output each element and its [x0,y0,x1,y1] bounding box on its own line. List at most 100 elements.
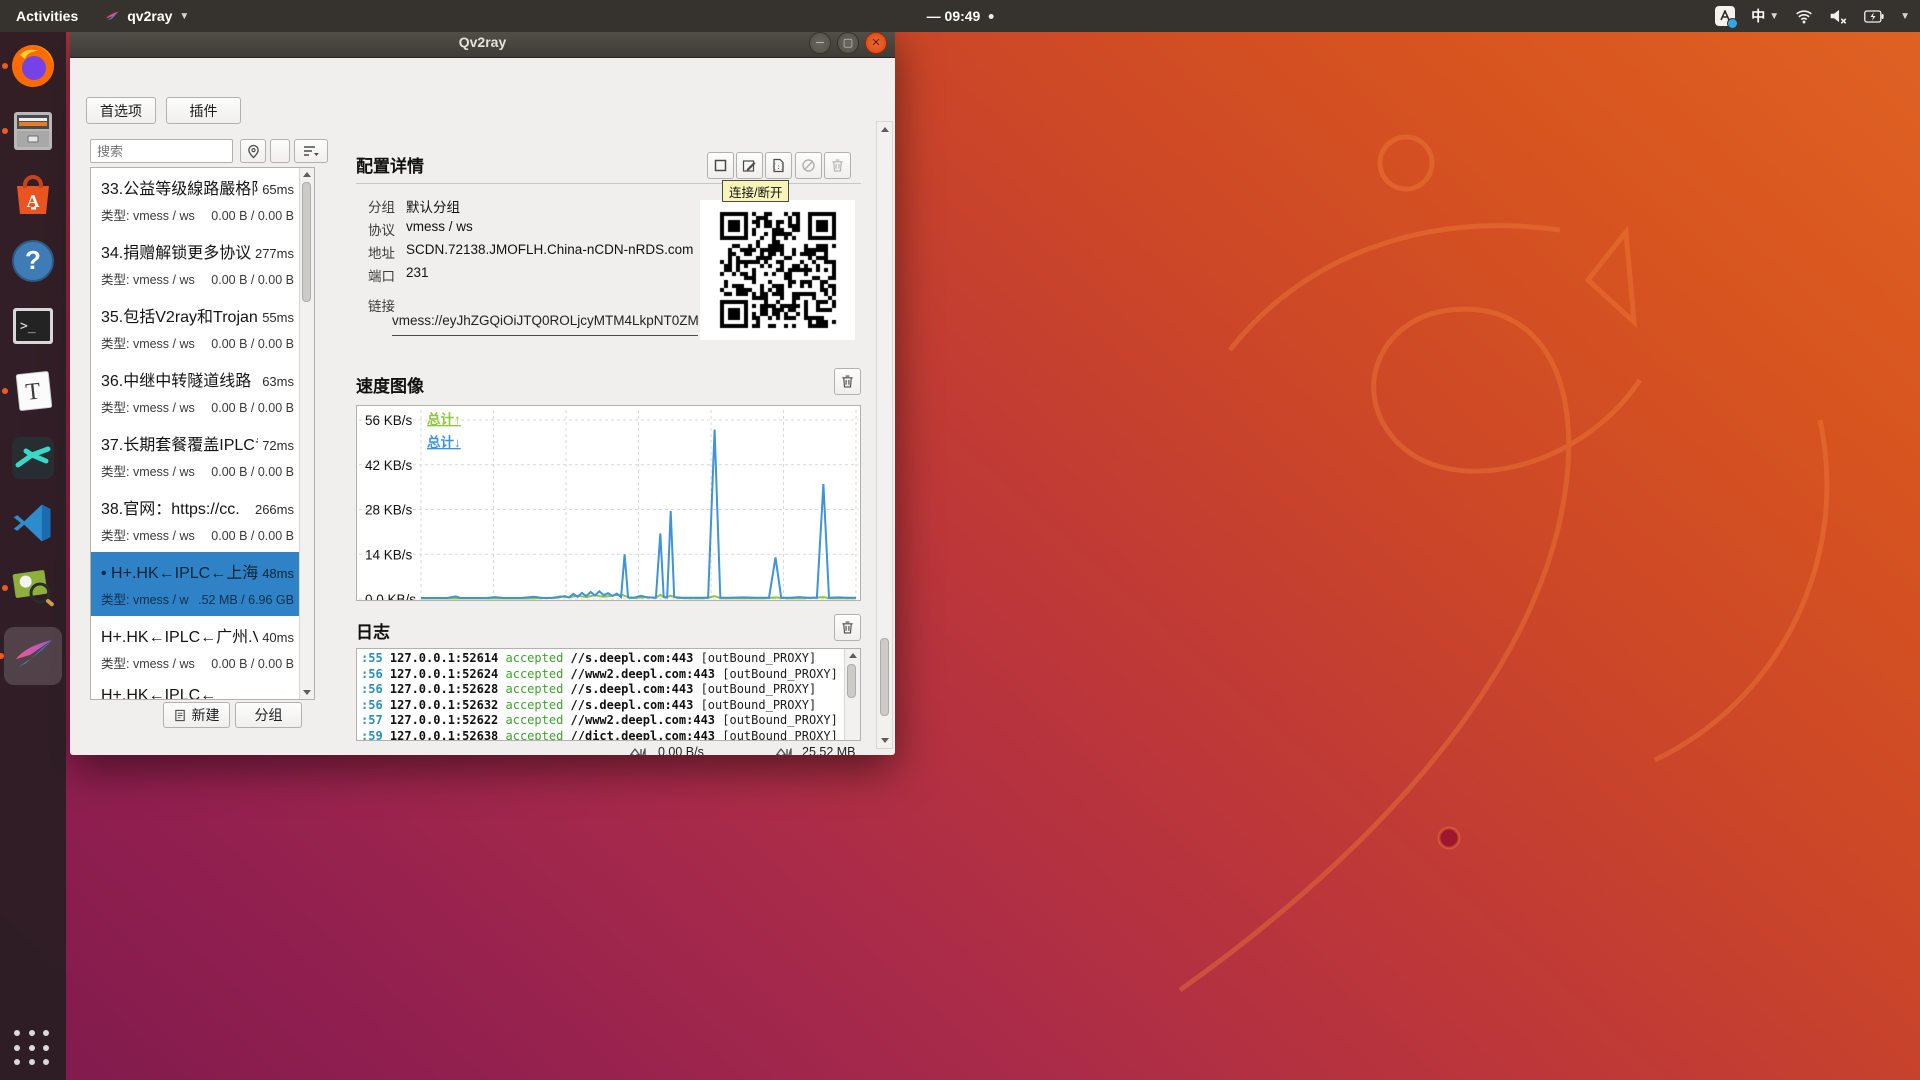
main-scrollbar[interactable] [876,121,893,749]
server-list-item[interactable]: 35.包括V2ray和Trojan55ms类型: vmess / ws0.00 … [91,296,300,360]
blank-button[interactable] [270,139,290,163]
scrollbar-thumb[interactable] [880,638,889,716]
edit-button[interactable] [736,152,763,179]
ubuntu-software-icon: A [11,174,55,218]
scrollbar-thumb[interactable] [302,182,311,302]
y-axis-tick: 14 KB/s [365,547,413,562]
server-traffic: 0.00 B / 0.00 B [211,529,294,543]
server-title: • H+.HK←IPLC←上海 [101,559,258,583]
detail-row-group: 分组 默认分组 [368,196,460,216]
server-title: H+.HK←IPLC← [101,687,290,699]
scroll-down-arrow[interactable] [877,734,892,747]
clear-log-button[interactable] [834,614,861,641]
vscode-icon [12,502,54,544]
scrollbar-thumb[interactable] [847,664,856,698]
data-stat-values: 25.52 MB 6.96 GB [802,745,856,755]
delete-config-button[interactable] [824,152,851,179]
updown-arrows-icon [626,745,650,755]
dock-text-editor[interactable]: T [9,367,57,415]
server-list-item[interactable]: 33.公益等级線路嚴格限65ms类型: vmess / ws0.00 B / 0… [91,168,300,232]
locate-button[interactable] [240,139,266,163]
server-list-item[interactable]: H+.HK←IPLC← [91,680,300,699]
ime-status-dot [1727,18,1738,29]
group-button[interactable]: 分组 [235,702,302,728]
server-latency: 40ms [262,630,294,645]
y-axis-tick: 28 KB/s [365,503,413,518]
system-menu-chevron-icon[interactable]: ▼ [1900,11,1910,22]
search-input[interactable] [90,139,233,163]
log-line: :56 127.0.0.1:52632 accepted //s.deepl.c… [357,698,845,714]
window-title: Qv2ray [459,34,506,50]
dock-terminal[interactable]: >_ [9,302,57,350]
app-menu-label: qv2ray [127,8,172,24]
trash-icon [830,158,845,173]
dock-image-viewer[interactable] [9,564,57,612]
server-list-item[interactable]: • H+.HK←IPLC←上海48ms类型: vmess / w.52 MB /… [91,552,300,616]
tab-preferences[interactable]: 首选项 [86,97,156,124]
detail-value: 默认分组 [406,196,460,216]
show-apps-button[interactable] [14,1030,52,1068]
app-menu[interactable]: qv2ray ▼ [104,8,189,24]
top-bar: Activities qv2ray ▼ — 09:49 中 ▼ [0,0,1920,32]
input-language-menu[interactable]: 中 ▼ [1751,6,1779,26]
scroll-up-arrow[interactable] [845,649,860,662]
server-latency: 65ms [262,182,294,197]
speed-chart-svg: 56 KB/s42 KB/s28 KB/s14 KB/s0.0 KB/s总计↑总… [357,406,860,600]
firefox-icon [10,43,56,89]
server-list-item[interactable]: 38.官网：https://cc.266ms类型: vmess / ws0.00… [91,488,300,552]
edit-json-button[interactable]: {:} [765,152,792,179]
detail-label: 端口 [368,265,398,285]
terminal-icon: >_ [11,306,55,346]
server-list-scrollbar[interactable] [299,168,314,699]
notification-dot-icon [988,14,993,19]
edit-pencil-icon [742,158,757,173]
server-title: 38.官网：https://cc. [101,495,251,519]
close-button[interactable]: ✕ [865,32,887,54]
clock[interactable]: — 09:49 [927,8,994,24]
detail-label: 地址 [368,242,398,262]
server-latency: 48ms [262,566,294,581]
share-link-field[interactable]: vmess://eyJhZGQiOiJTQ0ROLjcyMTM4LkpNT0ZM… [392,313,698,336]
updown-arrows-icon [772,745,796,755]
chevron-down-icon: ▼ [1769,11,1779,22]
stop-icon [714,159,727,172]
connect-disconnect-button[interactable] [707,152,734,179]
dock-firefox[interactable] [9,42,57,90]
dock-files[interactable] [9,107,57,155]
dock-qv2ray[interactable] [9,632,57,680]
wifi-icon[interactable] [1795,9,1813,24]
new-button[interactable]: 新建 [163,702,230,728]
qv2ray-window: Qv2ray ─ ▢ ✕ 首选项 插件 [70,27,895,755]
minimize-button[interactable]: ─ [809,32,831,54]
legend-item[interactable]: 总计↓ [427,434,461,450]
image-viewer-icon [10,566,56,610]
clear-graph-button[interactable] [834,368,861,395]
ime-icon[interactable] [1715,6,1735,26]
log-view[interactable]: :55 127.0.0.1:52614 accepted //s.deepl.c… [356,648,861,741]
legend-item[interactable]: 总计↑ [427,411,461,427]
details-heading: 配置详情 [356,152,424,177]
server-list-item[interactable]: 36.中继中转隧道线路63ms类型: vmess / ws0.00 B / 0.… [91,360,300,424]
location-pin-icon [247,144,260,159]
scroll-down-arrow[interactable] [300,686,314,699]
dock-dev-app[interactable] [9,434,57,482]
tab-plugins[interactable]: 插件 [166,97,241,124]
sort-button[interactable] [294,139,328,163]
server-title: 34.捐赠解锁更多协议 [101,239,251,263]
log-lines: :55 127.0.0.1:52614 accepted //s.deepl.c… [357,651,845,741]
test-latency-button[interactable] [795,152,822,179]
server-list-item[interactable]: 37.长期套餐覆盖IPLC专72ms类型: vmess / ws0.00 B /… [91,424,300,488]
scroll-up-arrow[interactable] [877,123,892,136]
dock-vscode[interactable] [9,499,57,547]
log-scrollbar[interactable] [844,649,860,740]
dock-ubuntu-software[interactable]: A [9,172,57,220]
activities-button[interactable]: Activities [16,8,78,24]
dock-help[interactable]: ? [9,237,57,285]
server-list-item[interactable]: H+.HK←IPLC←广州.V40ms类型: vmess / ws0.00 B … [91,616,300,680]
maximize-button[interactable]: ▢ [837,32,859,54]
detail-row-link: 链接 [368,295,398,315]
scroll-up-arrow[interactable] [300,168,314,181]
battery-charging-icon[interactable] [1864,10,1884,23]
volume-muted-icon[interactable] [1829,8,1848,24]
server-list-item[interactable]: 34.捐赠解锁更多协议277ms类型: vmess / ws0.00 B / 0… [91,232,300,296]
